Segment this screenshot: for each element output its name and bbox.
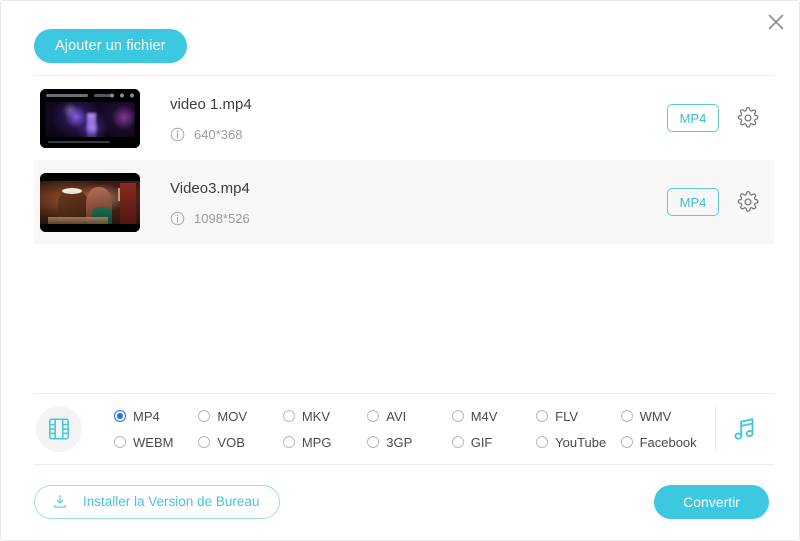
info-icon bbox=[170, 127, 185, 141]
radio-label: GIF bbox=[470, 434, 493, 450]
radio-label: AVI bbox=[386, 408, 407, 424]
radio-label: WEBM bbox=[133, 434, 174, 450]
gear-icon[interactable] bbox=[736, 190, 760, 214]
converter-window: Ajouter un fichier video 1.mp4 640*368 M… bbox=[0, 0, 800, 541]
footer-bar: Installer la Version de Bureau Convertir bbox=[1, 463, 799, 540]
radio-avi[interactable]: AVI bbox=[367, 403, 451, 429]
format-options: MP4 MOV MKV AVI M4V FLV WMV WEBM VOB MPG… bbox=[82, 403, 715, 455]
file-resolution: 640*368 bbox=[194, 126, 243, 142]
radio-indicator bbox=[451, 410, 464, 422]
radio-indicator bbox=[282, 436, 295, 448]
install-desktop-label: Installer la Version de Bureau bbox=[83, 494, 260, 509]
file-resolution-line: 640*368 bbox=[170, 127, 667, 142]
gear-icon[interactable] bbox=[736, 106, 760, 130]
radio-indicator bbox=[536, 410, 549, 422]
file-name: video 1.mp4 bbox=[170, 95, 252, 113]
radio-label: Facebook bbox=[639, 434, 697, 450]
file-name: Video3.mp4 bbox=[170, 179, 250, 197]
radio-vob[interactable]: VOB bbox=[198, 429, 282, 455]
radio-mpg[interactable]: MPG bbox=[282, 429, 367, 455]
table-row[interactable]: video 1.mp4 640*368 MP4 bbox=[34, 76, 774, 160]
radio-mp4[interactable]: MP4 bbox=[114, 403, 198, 429]
close-icon[interactable] bbox=[763, 9, 789, 35]
radio-indicator bbox=[114, 436, 126, 448]
radio-indicator bbox=[282, 410, 295, 422]
radio-label: MP4 bbox=[133, 408, 160, 424]
radio-flv[interactable]: FLV bbox=[536, 403, 620, 429]
output-format-bar: MP4 MOV MKV AVI M4V FLV WMV WEBM VOB MPG… bbox=[34, 393, 774, 465]
radio-indicator bbox=[367, 436, 380, 448]
radio-label: FLV bbox=[555, 408, 579, 424]
music-note-icon[interactable] bbox=[716, 414, 774, 444]
radio-indicator bbox=[620, 436, 633, 448]
row-actions: MP4 bbox=[667, 104, 770, 132]
convert-button[interactable]: Convertir bbox=[654, 484, 769, 519]
file-resolution-line: 1098*526 bbox=[170, 211, 667, 226]
radio-3gp[interactable]: 3GP bbox=[367, 429, 451, 455]
radio-mkv[interactable]: MKV bbox=[282, 403, 367, 429]
radio-indicator bbox=[451, 436, 464, 448]
info-icon bbox=[170, 211, 185, 225]
add-file-area: Ajouter un fichier bbox=[1, 1, 799, 63]
radio-youtube[interactable]: YouTube bbox=[536, 429, 620, 455]
output-format-button[interactable]: MP4 bbox=[667, 188, 719, 216]
install-desktop-button[interactable]: Installer la Version de Bureau bbox=[34, 484, 281, 519]
radio-label: YouTube bbox=[555, 434, 607, 450]
radio-indicator bbox=[367, 410, 380, 422]
file-info: Video3.mp4 1098*526 bbox=[140, 179, 667, 226]
radio-indicator bbox=[114, 410, 126, 422]
file-resolution: 1098*526 bbox=[194, 210, 250, 226]
radio-label: WMV bbox=[639, 408, 672, 424]
radio-indicator bbox=[198, 436, 211, 448]
radio-label: M4V bbox=[470, 408, 498, 424]
radio-label: 3GP bbox=[386, 434, 413, 450]
radio-webm[interactable]: WEBM bbox=[114, 429, 198, 455]
radio-mov[interactable]: MOV bbox=[198, 403, 282, 429]
radio-indicator bbox=[620, 410, 633, 422]
radio-label: MPG bbox=[301, 434, 332, 450]
radio-label: MOV bbox=[217, 408, 248, 424]
table-row[interactable]: Video3.mp4 1098*526 MP4 bbox=[34, 160, 774, 244]
radio-gif[interactable]: GIF bbox=[451, 429, 536, 455]
file-thumbnail bbox=[40, 88, 140, 148]
radio-indicator bbox=[536, 436, 549, 448]
add-file-button[interactable]: Ajouter un fichier bbox=[34, 29, 187, 63]
download-icon bbox=[54, 494, 66, 508]
radio-wmv[interactable]: WMV bbox=[620, 403, 705, 429]
output-format-button[interactable]: MP4 bbox=[667, 104, 719, 132]
file-thumbnail bbox=[40, 172, 140, 232]
radio-m4v[interactable]: M4V bbox=[451, 403, 536, 429]
file-info: video 1.mp4 640*368 bbox=[140, 95, 667, 142]
file-list: video 1.mp4 640*368 MP4 Video3.mp4 1098*… bbox=[34, 75, 774, 244]
row-actions: MP4 bbox=[667, 188, 770, 216]
radio-facebook[interactable]: Facebook bbox=[620, 429, 705, 455]
radio-label: MKV bbox=[301, 408, 331, 424]
radio-label: VOB bbox=[217, 434, 245, 450]
radio-indicator bbox=[198, 410, 211, 422]
film-icon[interactable] bbox=[36, 406, 82, 452]
